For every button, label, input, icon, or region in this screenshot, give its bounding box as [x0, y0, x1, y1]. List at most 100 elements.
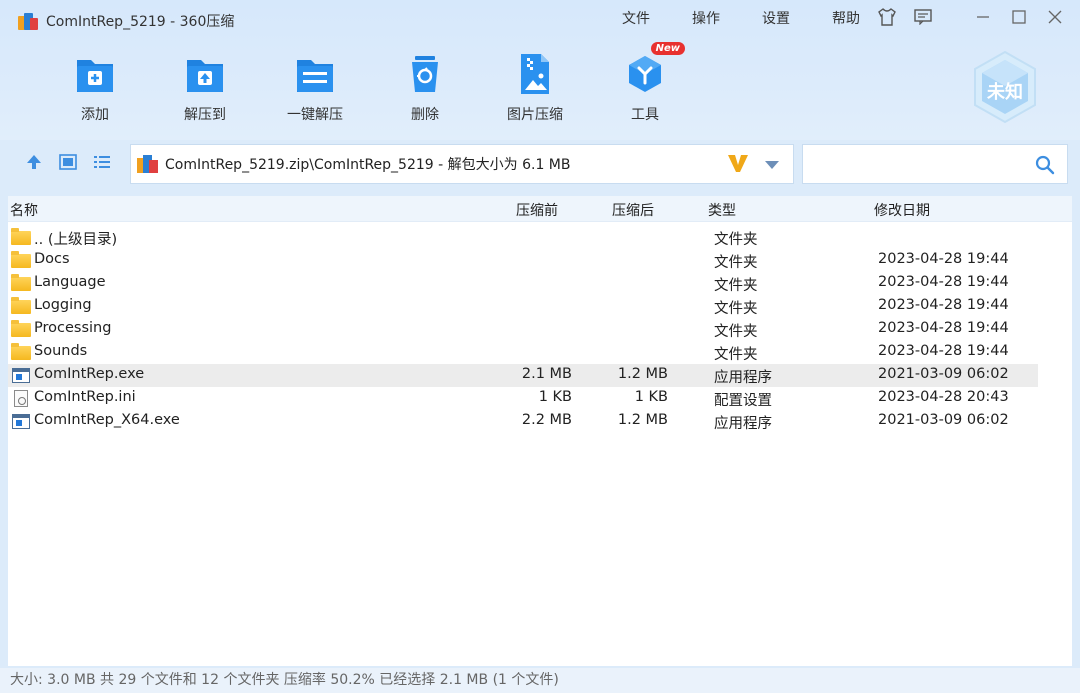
folder-icon — [11, 320, 31, 337]
add-button[interactable]: 添加 — [40, 52, 150, 124]
exe-file-icon — [11, 367, 31, 383]
file-date: 2023-04-28 19:44 — [878, 274, 1009, 290]
tools-icon: New — [623, 42, 685, 96]
file-name: .. (上级目录) — [34, 232, 118, 248]
v-logo-icon[interactable] — [727, 153, 749, 177]
file-size-after: 1 KB — [634, 389, 668, 405]
menu-file[interactable]: 文件 — [622, 8, 650, 28]
up-arrow-icon[interactable] — [24, 152, 44, 172]
nav-icons — [24, 152, 112, 172]
app-icon — [18, 12, 38, 30]
tools-button[interactable]: New 工具 — [590, 42, 700, 124]
file-type: 文件夹 — [714, 347, 758, 363]
menu-help[interactable]: 帮助 — [832, 8, 860, 28]
column-before[interactable]: 压缩前 — [516, 200, 558, 220]
folder-icon — [11, 343, 31, 360]
maximize-icon[interactable] — [1008, 6, 1030, 28]
security-status-label: 未知 — [987, 82, 1023, 103]
file-row[interactable]: Sounds 文件夹 2023-04-28 19:44 — [8, 341, 1038, 364]
file-type: 文件夹 — [714, 324, 758, 340]
file-date: 2023-04-28 19:44 — [878, 251, 1009, 267]
delete-icon — [403, 52, 447, 96]
file-date: 2021-03-09 06:02 — [878, 412, 1009, 428]
file-row[interactable]: ComIntRep_X64.exe 2.2 MB 1.2 MB 应用程序 2021-03… — [8, 410, 1038, 433]
archive-icon — [137, 154, 159, 174]
feedback-icon[interactable] — [912, 6, 934, 28]
extract-to-button[interactable]: 解压到 — [150, 52, 260, 124]
ini-file-icon — [11, 390, 31, 407]
exe-file-icon — [11, 413, 31, 429]
file-row[interactable]: Language 文件夹 2023-04-28 19:44 — [8, 272, 1038, 295]
list-view-icon[interactable] — [92, 152, 112, 172]
menu-operate[interactable]: 操作 — [692, 8, 720, 28]
one-click-extract-label: 一键解压 — [287, 107, 343, 123]
file-type: 文件夹 — [714, 232, 758, 248]
image-compress-icon — [513, 52, 557, 96]
folder-icon — [11, 274, 31, 291]
file-row[interactable]: .. (上级目录) 文件夹 — [8, 226, 1038, 249]
new-badge: New — [650, 42, 685, 55]
status-bar: 大小: 3.0 MB 共 29 个文件和 12 个文件夹 压缩率 50.2% 已… — [0, 668, 1080, 693]
file-name: Docs — [34, 251, 70, 267]
add-icon — [73, 52, 117, 96]
delete-button[interactable]: 删除 — [370, 52, 480, 124]
extract-to-icon — [183, 52, 227, 96]
column-date[interactable]: 修改日期 — [874, 200, 930, 220]
add-label: 添加 — [81, 107, 109, 123]
toolbar: 添加 解压到 一键解压 删除 图片压缩 New 工具 — [40, 42, 700, 124]
file-list: 名称 压缩前 压缩后 类型 修改日期 .. (上级目录) 文件夹 Docs 文件夹 20… — [8, 196, 1072, 666]
file-date: 2023-04-28 19:44 — [878, 343, 1009, 359]
address-row: ComIntRep_5219.zip\ComIntRep_5219 - 解包大小… — [0, 140, 1080, 188]
top-bar: ComIntRep_5219 - 360压缩 文件 操作 设置 帮助 添加 解压… — [0, 0, 1080, 140]
file-row[interactable]: Logging 文件夹 2023-04-28 19:44 — [8, 295, 1038, 318]
security-status-badge[interactable]: 未知 — [972, 50, 1038, 124]
file-date: 2023-04-28 19:44 — [878, 320, 1009, 336]
file-size-after: 1.2 MB — [617, 412, 668, 428]
image-compress-button[interactable]: 图片压缩 — [480, 52, 590, 124]
column-after[interactable]: 压缩后 — [612, 200, 654, 220]
close-icon[interactable] — [1044, 6, 1066, 28]
minimize-icon[interactable] — [972, 6, 994, 28]
file-row[interactable]: ComIntRep.exe 2.1 MB 1.2 MB 应用程序 2021-03-09 … — [8, 364, 1038, 387]
file-type: 配置设置 — [714, 393, 772, 409]
extract-to-label: 解压到 — [184, 107, 226, 123]
file-date: 2021-03-09 06:02 — [878, 366, 1009, 382]
one-click-extract-button[interactable]: 一键解压 — [260, 52, 370, 124]
file-row[interactable]: Processing 文件夹 2023-04-28 19:44 — [8, 318, 1038, 341]
chevron-down-icon[interactable] — [765, 161, 779, 169]
folder-icon — [11, 251, 31, 268]
file-name: Logging — [34, 297, 92, 313]
file-name: Processing — [34, 320, 112, 336]
file-date: 2023-04-28 20:43 — [878, 389, 1009, 405]
search-input[interactable] — [803, 145, 1023, 183]
folder-icon — [11, 297, 31, 314]
address-bar[interactable]: ComIntRep_5219.zip\ComIntRep_5219 - 解包大小… — [130, 144, 794, 184]
file-type: 文件夹 — [714, 255, 758, 271]
one-click-extract-icon — [293, 52, 337, 96]
file-row[interactable]: ComIntRep.ini 1 KB 1 KB 配置设置 2023-04-28 20:4… — [8, 387, 1038, 410]
thumbnail-view-icon[interactable] — [58, 152, 78, 172]
file-size-before: 1 KB — [538, 389, 572, 405]
address-path: ComIntRep_5219.zip\ComIntRep_5219 - 解包大小… — [165, 157, 571, 173]
file-size-before: 2.1 MB — [521, 366, 572, 382]
file-date: 2023-04-28 19:44 — [878, 297, 1009, 313]
column-type[interactable]: 类型 — [708, 200, 736, 220]
file-name: ComIntRep_X64.exe — [34, 412, 180, 428]
search-icon[interactable] — [1035, 155, 1055, 179]
file-type: 文件夹 — [714, 301, 758, 317]
delete-label: 删除 — [411, 107, 439, 123]
file-name: ComIntRep.exe — [34, 366, 145, 382]
skin-icon[interactable] — [876, 6, 898, 28]
file-name: Sounds — [34, 343, 88, 359]
menu-settings[interactable]: 设置 — [762, 8, 790, 28]
window-title: ComIntRep_5219 - 360压缩 — [46, 14, 235, 30]
column-name[interactable]: 名称 — [10, 200, 38, 220]
tools-label: 工具 — [631, 107, 659, 123]
folder-icon — [11, 228, 31, 245]
file-size-after: 1.2 MB — [617, 366, 668, 382]
status-text: 大小: 3.0 MB 共 29 个文件和 12 个文件夹 压缩率 50.2% 已… — [10, 672, 559, 688]
image-compress-label: 图片压缩 — [507, 107, 563, 123]
file-row[interactable]: Docs 文件夹 2023-04-28 19:44 — [8, 249, 1038, 272]
file-name: Language — [34, 274, 106, 290]
file-type: 应用程序 — [714, 370, 772, 386]
